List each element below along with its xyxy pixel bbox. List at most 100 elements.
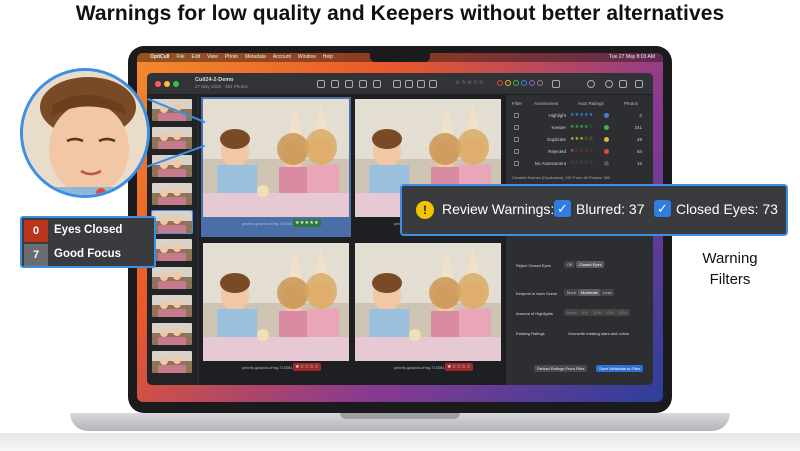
grid-view-icon[interactable] xyxy=(393,80,401,88)
overwrite-checkbox-label[interactable]: Overwrite existing stars and colors xyxy=(568,331,629,336)
menu-window[interactable]: Window xyxy=(298,53,316,62)
color-label-yellow[interactable] xyxy=(505,80,511,86)
menu-view[interactable]: View xyxy=(207,53,218,62)
history-icon[interactable] xyxy=(587,80,595,88)
reject-closed-eyes-option[interactable]: Closed Eyes xyxy=(576,261,605,268)
filmstrip-thumbnail[interactable] xyxy=(152,295,192,317)
survey-view-icon[interactable] xyxy=(417,80,425,88)
photo-rating[interactable]: ★☆☆☆☆ xyxy=(293,363,321,371)
assessment-label: Keeper xyxy=(551,125,566,130)
legend-count-good-focus: 7 xyxy=(24,244,48,266)
highlights-15-option[interactable]: 15% xyxy=(603,309,618,316)
highlights-20-option[interactable]: 20% xyxy=(616,309,631,316)
assessment-label: No Assessment xyxy=(534,161,566,166)
photo-rating[interactable]: ★☆☆☆☆ xyxy=(445,363,473,371)
filter-checkbox[interactable] xyxy=(514,137,519,142)
filmstrip-thumbnail[interactable] xyxy=(152,183,192,205)
color-label-none[interactable] xyxy=(537,80,543,86)
closed-eyes-checkbox[interactable]: ✓ xyxy=(654,200,671,217)
photo-grid-cell[interactable]: pexels-gustavo-fring-7100814-0003.dng ★☆☆… xyxy=(353,241,503,381)
window-titlebar: Cull24-2-Demo 27 May 2023 · 381 Photos ☆… xyxy=(147,73,653,95)
boy-face-closeup xyxy=(23,71,147,195)
highlights-10-option[interactable]: 10% xyxy=(590,309,605,316)
closed-eyes-count-label[interactable]: Closed Eyes: 73 xyxy=(676,201,778,217)
export-icon[interactable] xyxy=(635,80,643,88)
keepers-less-option[interactable]: Less xyxy=(600,289,615,296)
highlights-none-option[interactable]: None xyxy=(564,309,580,316)
headline: Warnings for low quality and Keepers wit… xyxy=(75,2,725,25)
color-label-red[interactable] xyxy=(497,80,503,86)
cull-icon[interactable] xyxy=(619,80,627,88)
zoomed-eye-detail xyxy=(20,68,150,198)
import-icon[interactable] xyxy=(331,80,339,88)
color-label-dot[interactable] xyxy=(604,149,609,154)
color-label-dot[interactable] xyxy=(604,161,609,166)
review-warnings-bar: ! Review Warnings: ✓ Blurred: 37 ✓ Close… xyxy=(400,184,788,236)
panel-header-photos: Photos xyxy=(624,101,639,106)
filmstrip-thumbnail[interactable] xyxy=(152,267,192,289)
thumbnail-image xyxy=(152,323,192,345)
party-photo xyxy=(203,243,349,361)
color-label-dot[interactable] xyxy=(604,137,609,142)
filter-checkbox[interactable] xyxy=(514,125,519,130)
keepers-moderate-option[interactable]: Moderate xyxy=(578,289,601,296)
auto-rating-stars[interactable]: ★☆☆☆☆ xyxy=(570,148,593,154)
color-label-dot[interactable] xyxy=(604,125,609,130)
page: Warnings for low quality and Keepers wit… xyxy=(0,0,800,451)
minimize-window-button[interactable] xyxy=(164,81,170,87)
assessment-label: Duplicate xyxy=(547,137,566,142)
review-warnings-title: Review Warnings: xyxy=(442,201,555,217)
laptop-base-groove xyxy=(340,413,460,419)
auto-rating-stars[interactable]: ☆☆☆☆☆ xyxy=(570,160,593,166)
menu-help[interactable]: Help xyxy=(323,53,333,62)
color-label-dot[interactable] xyxy=(604,113,609,118)
filter-checkbox[interactable] xyxy=(514,149,519,154)
filter-checkbox[interactable] xyxy=(514,113,519,118)
blurred-checkbox[interactable]: ✓ xyxy=(554,200,571,217)
assessment-row: No Assessment ☆☆☆☆☆ 15 xyxy=(506,159,653,170)
color-label-green[interactable] xyxy=(513,80,519,86)
blurred-count-label[interactable]: Blurred: 37 xyxy=(576,201,644,217)
legend-count-eyes-closed: 0 xyxy=(24,220,48,242)
filmstrip-thumbnail[interactable] xyxy=(152,239,192,261)
menu-metadata[interactable]: Metadata xyxy=(245,53,266,62)
highlights-5-option[interactable]: 5% xyxy=(579,309,591,316)
auto-rating-stars[interactable]: ★★★★★ xyxy=(570,112,593,118)
filmstrip-thumbnail[interactable] xyxy=(152,127,192,149)
filmstrip-view-icon[interactable] xyxy=(429,80,437,88)
reload-ratings-button[interactable]: Reload Ratings From Files xyxy=(534,365,588,372)
compare-icon[interactable] xyxy=(373,80,381,88)
ai-assess-icon[interactable] xyxy=(605,80,613,88)
window-title: Cull24-2-Demo xyxy=(195,77,234,83)
menu-photo[interactable]: Photo xyxy=(225,53,238,62)
clear-filter-icon[interactable] xyxy=(552,80,560,88)
auto-rating-stars[interactable]: ★★★★☆ xyxy=(570,124,593,130)
zoom-window-button[interactable] xyxy=(173,81,179,87)
menu-file[interactable]: File xyxy=(176,53,184,62)
menubar-clock: Tue 27 May 8:03 AM xyxy=(609,54,655,60)
save-metadata-button[interactable]: Save Metadata to Files xyxy=(596,365,643,372)
menu-account[interactable]: Account xyxy=(273,53,291,62)
menu-edit[interactable]: Edit xyxy=(192,53,201,62)
filter-checkbox[interactable] xyxy=(514,161,519,166)
color-label-blue[interactable] xyxy=(521,80,527,86)
color-label-purple[interactable] xyxy=(529,80,535,86)
reject-off-option[interactable]: Off xyxy=(564,261,576,268)
photo-grid-cell[interactable]: pexels-gustavo-fring-7100814-0002.dng ★☆☆… xyxy=(201,241,351,381)
auto-rating-stars[interactable]: ★★★☆☆ xyxy=(570,136,593,142)
layers-icon[interactable] xyxy=(359,80,367,88)
filmstrip-thumbnail[interactable] xyxy=(152,351,192,373)
loupe-view-icon[interactable] xyxy=(405,80,413,88)
close-window-button[interactable] xyxy=(155,81,161,87)
legend-row-good-focus: 7 Good Focus xyxy=(24,244,154,266)
keepers-more-option[interactable]: More xyxy=(564,289,580,296)
menu-app[interactable]: OptiCull xyxy=(150,53,169,62)
filmstrip-thumbnail[interactable] xyxy=(152,323,192,345)
rating-filter-stars[interactable]: ☆☆☆☆☆ xyxy=(455,79,484,86)
photo-grid-cell[interactable]: pexels-gustavo-fring-7100814-0001.dng ★★★… xyxy=(201,97,351,237)
photo-count: 49 xyxy=(636,137,642,142)
sidebar-toggle-icon[interactable] xyxy=(317,80,325,88)
photo-rating[interactable]: ★★★★★ xyxy=(293,219,321,227)
filmstrip-thumbnail[interactable] xyxy=(151,210,193,234)
scenes-icon[interactable] xyxy=(345,80,353,88)
